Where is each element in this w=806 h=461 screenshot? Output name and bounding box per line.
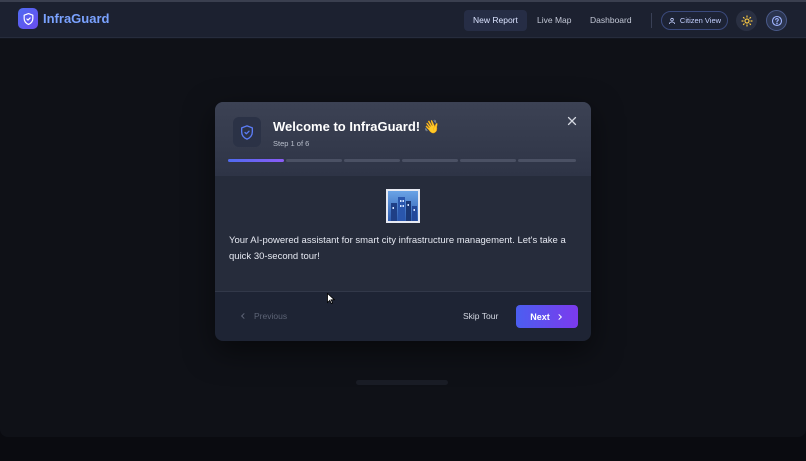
citizen-view-label: Citizen View bbox=[679, 16, 722, 25]
dialog-body: Your AI-powered assistant for smart city… bbox=[215, 176, 591, 292]
theme-toggle-button[interactable] bbox=[736, 10, 757, 31]
onboarding-tour-dialog: Welcome to InfraGuard! 👋 Step 1 of 6 You… bbox=[215, 102, 591, 341]
dialog-message: Your AI-powered assistant for smart city… bbox=[229, 235, 566, 262]
top-navbar: InfraGuard New Report Live Map Dashboard… bbox=[0, 2, 806, 38]
chevron-right-icon bbox=[558, 313, 562, 320]
chevron-left-icon bbox=[240, 313, 245, 319]
previous-label: Previous bbox=[254, 311, 288, 321]
help-circle-icon bbox=[771, 15, 782, 26]
nav-divider bbox=[651, 13, 652, 28]
shield-icon bbox=[233, 117, 261, 147]
app-window: InfraGuard New Report Live Map Dashboard… bbox=[0, 0, 806, 437]
sun-icon bbox=[740, 14, 753, 27]
mouse-cursor-icon bbox=[327, 291, 336, 309]
nav-live-map[interactable]: Live Map bbox=[528, 10, 581, 31]
progress-segment-5 bbox=[460, 159, 516, 162]
shield-icon[interactable] bbox=[18, 8, 38, 29]
next-button[interactable]: Next bbox=[516, 305, 578, 328]
dialog-title: Welcome to InfraGuard! 👋 bbox=[273, 119, 440, 134]
close-icon[interactable] bbox=[565, 114, 579, 128]
dialog-header: Welcome to InfraGuard! 👋 Step 1 of 6 bbox=[215, 102, 591, 176]
previous-button[interactable]: Previous bbox=[239, 311, 287, 321]
background-element bbox=[356, 380, 448, 385]
nav-new-report[interactable]: New Report bbox=[464, 10, 527, 31]
skip-tour-button[interactable]: Skip Tour bbox=[463, 311, 498, 321]
city-buildings-icon bbox=[386, 189, 420, 223]
next-label: Next bbox=[530, 311, 550, 322]
progress-segment-2 bbox=[286, 159, 342, 162]
progress-segment-1 bbox=[228, 159, 284, 162]
help-button[interactable] bbox=[766, 10, 787, 31]
progress-segment-6 bbox=[518, 159, 576, 162]
progress-segment-4 bbox=[402, 159, 458, 162]
step-indicator: Step 1 of 6 bbox=[273, 139, 310, 148]
user-icon bbox=[668, 17, 675, 24]
citizen-view-button[interactable]: Citizen View bbox=[661, 11, 728, 30]
progress-segment-3 bbox=[344, 159, 400, 162]
brand-name[interactable]: InfraGuard bbox=[43, 11, 109, 26]
nav-dashboard[interactable]: Dashboard bbox=[581, 10, 641, 31]
